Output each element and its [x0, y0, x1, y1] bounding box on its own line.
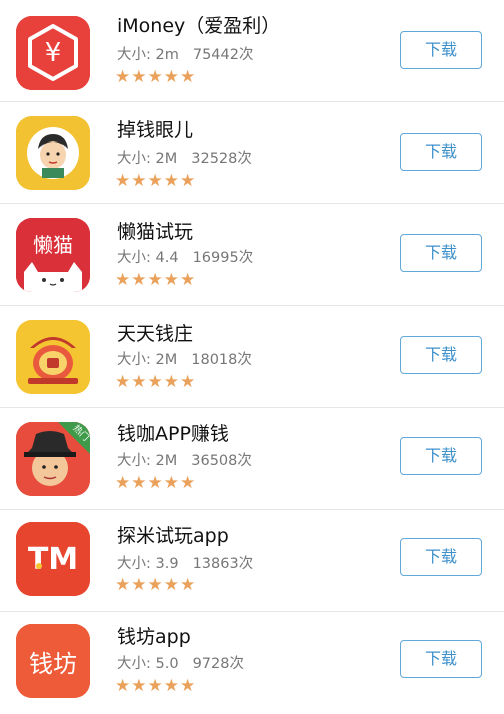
download-button[interactable]: 下载 [400, 640, 482, 678]
svg-text:懒猫: 懒猫 [33, 233, 73, 257]
rating-stars: ★★★★★ [115, 575, 197, 595]
app-name: iMoney（爱盈利） [117, 15, 281, 37]
face-avatar-icon [16, 116, 90, 190]
rating-stars: ★★★★★ [115, 372, 197, 392]
app-meta: 大小: 3.9 13863次 [117, 556, 254, 572]
list-item[interactable]: ¥ iMoney（爱盈利） 大小: 2m 75442次 ★★★★★ 下载 [0, 0, 504, 102]
download-button[interactable]: 下载 [400, 336, 482, 374]
rating-stars: ★★★★★ [115, 270, 197, 290]
app-name: 掉钱眼儿 [117, 119, 194, 141]
app-name: 钱坊app [117, 626, 191, 648]
rating-stars: ★★★★★ [115, 676, 197, 696]
rating-stars: ★★★★★ [115, 473, 197, 493]
svg-text:钱坊: 钱坊 [29, 650, 77, 678]
list-item[interactable]: 热门 钱咖APP赚钱 大小: 2M 36508次 ★★★★★ 下载 [0, 408, 504, 510]
rating-stars: ★★★★★ [115, 171, 197, 191]
list-item[interactable]: 天天钱庄 大小: 2M 18018次 ★★★★★ 下载 [0, 306, 504, 408]
hat-man-icon: 热门 [16, 422, 90, 496]
svg-text:TM: TM [28, 542, 78, 577]
list-item[interactable]: 钱坊 钱坊app 大小: 5.0 9728次 ★★★★★ 下载 [0, 612, 504, 714]
download-button[interactable]: 下载 [400, 234, 482, 272]
download-button[interactable]: 下载 [400, 133, 482, 171]
lazy-cat-icon: 懒猫 [16, 218, 90, 292]
app-name: 天天钱庄 [117, 323, 194, 345]
app-name: 探米试玩app [117, 525, 229, 547]
svg-text:¥: ¥ [45, 38, 62, 68]
money-bank-icon [16, 320, 90, 394]
app-meta: 大小: 2M 18018次 [117, 352, 252, 368]
rating-stars: ★★★★★ [115, 67, 197, 87]
download-button[interactable]: 下载 [400, 437, 482, 475]
app-meta: 大小: 2M 32528次 [117, 151, 252, 167]
app-meta: 大小: 4.4 16995次 [117, 250, 254, 266]
list-item[interactable]: 懒猫 懒猫试玩 大小: 4.4 16995次 ★★★★★ 下载 [0, 204, 504, 306]
app-meta: 大小: 2M 36508次 [117, 453, 252, 469]
app-meta: 大小: 2m 75442次 [117, 47, 254, 63]
download-button[interactable]: 下载 [400, 538, 482, 576]
app-name: 钱咖APP赚钱 [117, 423, 229, 445]
yen-hexagon-icon: ¥ [16, 16, 90, 90]
tm-logo-icon: TM [16, 522, 90, 596]
qianfang-logo-icon: 钱坊 [16, 624, 90, 698]
list-item[interactable]: 掉钱眼儿 大小: 2M 32528次 ★★★★★ 下载 [0, 102, 504, 204]
download-button[interactable]: 下载 [400, 31, 482, 69]
list-item[interactable]: TM 探米试玩app 大小: 3.9 13863次 ★★★★★ 下载 [0, 510, 504, 612]
app-name: 懒猫试玩 [117, 221, 194, 243]
app-meta: 大小: 5.0 9728次 [117, 656, 244, 672]
